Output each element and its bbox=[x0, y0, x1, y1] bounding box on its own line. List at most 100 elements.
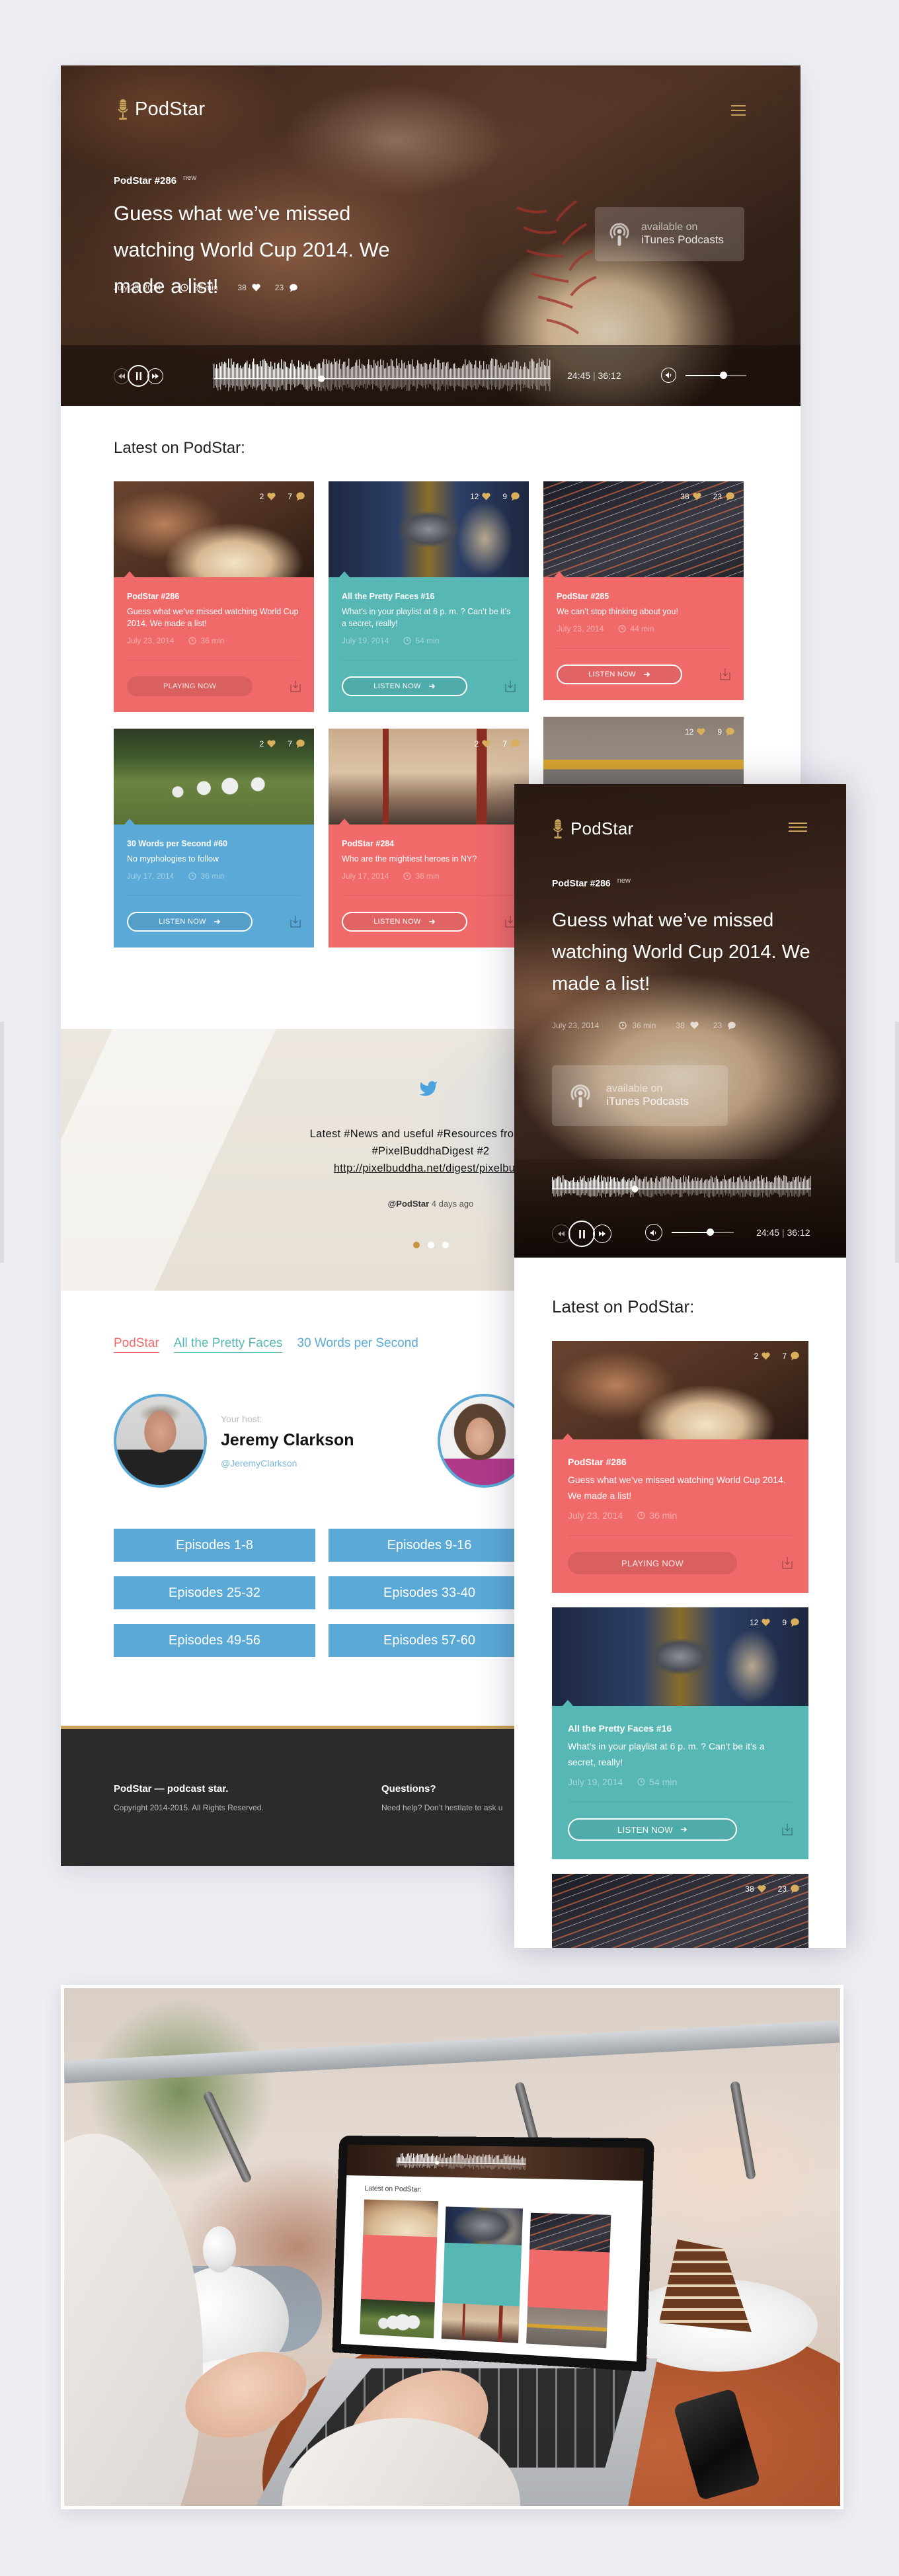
episodes-range-button[interactable]: Episodes 33-40 bbox=[329, 1576, 530, 1609]
episode-card[interactable]: 2 7 PodStar #286 Guess what we’ve missed… bbox=[114, 481, 314, 712]
waveform-seek-bar[interactable] bbox=[214, 356, 551, 395]
episode-thumbnail[interactable]: 12 9 bbox=[552, 1607, 808, 1706]
tab-show[interactable]: All the Pretty Faces bbox=[173, 1336, 283, 1353]
heart-icon[interactable] bbox=[762, 1619, 770, 1627]
pause-button[interactable] bbox=[568, 1221, 595, 1247]
download-icon[interactable] bbox=[290, 916, 301, 928]
waveform-seek-bar[interactable] bbox=[552, 1174, 811, 1200]
episode-card[interactable]: 2 7 30 Words per Second #60 No myphologi… bbox=[114, 729, 314, 947]
volume-knob[interactable] bbox=[720, 371, 728, 379]
mobile-logo[interactable]: PodStar bbox=[552, 819, 633, 839]
episode-card[interactable]: 12 9 All the Pretty Faces #16 What’s in … bbox=[552, 1607, 808, 1859]
forward-button[interactable] bbox=[147, 368, 163, 384]
divider bbox=[127, 895, 301, 896]
heart-icon[interactable] bbox=[482, 493, 490, 501]
tweet-handle[interactable]: @PodStar bbox=[388, 1199, 430, 1209]
episode-card[interactable]: 38 23 PodStar #285 We can’t stop thinkin… bbox=[552, 1874, 808, 1948]
episodes-range-button[interactable]: Episodes 1-8 bbox=[114, 1529, 315, 1562]
comment-icon[interactable] bbox=[727, 1022, 736, 1030]
listen-now-button[interactable]: LISTEN NOW bbox=[342, 912, 467, 932]
rewind-button[interactable] bbox=[552, 1225, 570, 1243]
forward-button[interactable] bbox=[593, 1225, 611, 1243]
heart-icon[interactable] bbox=[762, 1352, 770, 1360]
host-handle[interactable]: @JeremyClarkson bbox=[221, 1458, 297, 1469]
heart-icon[interactable] bbox=[697, 728, 705, 736]
speaker-icon bbox=[650, 1229, 656, 1236]
listen-now-button[interactable]: LISTEN NOW bbox=[342, 676, 467, 696]
tab-show[interactable]: PodStar bbox=[114, 1336, 159, 1353]
new-badge: new bbox=[183, 174, 197, 182]
listen-now-button[interactable]: LISTEN NOW bbox=[557, 664, 682, 684]
comment-icon[interactable] bbox=[295, 492, 305, 501]
itunes-podcasts-button[interactable]: available on iTunes Podcasts bbox=[595, 207, 744, 261]
volume-button[interactable] bbox=[661, 368, 676, 383]
divider bbox=[342, 895, 516, 896]
download-icon[interactable] bbox=[782, 1557, 793, 1569]
listen-now-button[interactable]: LISTEN NOW bbox=[568, 1818, 737, 1841]
menu-button[interactable] bbox=[731, 105, 746, 116]
comment-icon[interactable] bbox=[510, 739, 520, 748]
episode-thumbnail[interactable]: 2 7 bbox=[552, 1341, 808, 1439]
episodes-range-button[interactable]: Episodes 25-32 bbox=[114, 1576, 315, 1609]
episode-thumbnail[interactable]: 2 7 bbox=[329, 729, 529, 825]
volume-slider[interactable] bbox=[672, 1228, 734, 1236]
download-icon[interactable] bbox=[782, 1824, 793, 1835]
tab-show[interactable]: 30 Words per Second bbox=[297, 1336, 418, 1353]
seek-knob bbox=[631, 1186, 639, 1193]
episodes-range-button[interactable]: Episodes 9-16 bbox=[329, 1529, 530, 1562]
mobile-menu-button[interactable] bbox=[789, 823, 807, 832]
download-icon[interactable] bbox=[290, 680, 301, 692]
download-icon[interactable] bbox=[720, 668, 730, 680]
heart-icon[interactable] bbox=[757, 1885, 766, 1893]
playing-now-button[interactable]: PLAYING NOW bbox=[568, 1552, 737, 1574]
comment-icon[interactable] bbox=[510, 492, 520, 501]
episode-stats: 12 9 bbox=[685, 727, 734, 737]
comment-icon[interactable] bbox=[790, 1884, 799, 1894]
itunes-podcasts-button[interactable]: available on iTunes Podcasts bbox=[552, 1065, 728, 1126]
episode-thumbnail[interactable]: 12 9 bbox=[329, 481, 529, 577]
episodes-range-button[interactable]: Episodes 49-56 bbox=[114, 1624, 315, 1657]
heart-icon[interactable] bbox=[690, 1022, 699, 1029]
episode-thumbnail[interactable]: 2 7 bbox=[114, 481, 314, 577]
episode-date: July 23, 2014 bbox=[557, 624, 604, 633]
episode-thumbnail[interactable]: 38 23 bbox=[552, 1874, 808, 1948]
episode-title: All the Pretty Faces #16 bbox=[342, 592, 435, 601]
twitter-bird-icon[interactable] bbox=[418, 1080, 438, 1098]
tweet-link[interactable]: http://pixelbuddha.net/digest/pixelbudd bbox=[334, 1162, 528, 1174]
listen-now-button[interactable]: LISTEN NOW bbox=[127, 912, 253, 932]
episode-date: July 23, 2014 bbox=[568, 1510, 623, 1521]
comment-icon[interactable] bbox=[725, 492, 734, 501]
playing-now-button[interactable]: PLAYING NOW bbox=[127, 676, 253, 696]
pause-button[interactable] bbox=[128, 365, 149, 387]
episode-card[interactable]: 12 9 All the Pretty Faces #16 What’s in … bbox=[329, 481, 529, 712]
volume-button[interactable] bbox=[645, 1224, 662, 1241]
carousel-dot[interactable] bbox=[442, 1242, 449, 1248]
comment-icon[interactable] bbox=[790, 1351, 799, 1361]
logo[interactable]: PodStar bbox=[118, 99, 205, 120]
heart-icon[interactable] bbox=[267, 493, 276, 501]
episode-card[interactable]: 2 7 PodStar #286 Guess what we’ve missed… bbox=[552, 1341, 808, 1593]
download-icon[interactable] bbox=[505, 680, 516, 692]
carousel-dot[interactable] bbox=[427, 1242, 434, 1248]
episode-card[interactable]: 2 7 PodStar #284 Who are the mightiest h… bbox=[329, 729, 529, 947]
episode-stats: 2 7 bbox=[475, 739, 520, 748]
comment-icon[interactable] bbox=[295, 739, 305, 748]
comment-icon[interactable] bbox=[725, 727, 734, 737]
episode-thumbnail[interactable]: 38 23 bbox=[543, 481, 744, 577]
time-readout: 24:45 | 36:12 bbox=[567, 370, 621, 381]
heart-icon[interactable] bbox=[252, 284, 260, 292]
latest-heading: Latest on PodStar: bbox=[114, 439, 245, 457]
comment-icon[interactable] bbox=[289, 284, 297, 292]
episodes-range-button[interactable]: Episodes 57-60 bbox=[329, 1624, 530, 1657]
carousel-dot[interactable] bbox=[412, 1242, 420, 1248]
heart-icon[interactable] bbox=[267, 740, 276, 748]
episode-card[interactable]: 38 23 PodStar #285 We can’t stop thinkin… bbox=[543, 481, 744, 700]
volume-slider[interactable] bbox=[685, 371, 746, 379]
episode-thumbnail[interactable]: 2 7 bbox=[114, 729, 314, 825]
heart-icon[interactable] bbox=[692, 493, 701, 501]
heart-icon[interactable] bbox=[482, 740, 490, 748]
comment-icon[interactable] bbox=[790, 1618, 799, 1627]
host-avatar[interactable] bbox=[114, 1394, 207, 1488]
volume-knob[interactable] bbox=[707, 1228, 715, 1236]
rewind-button[interactable] bbox=[114, 368, 130, 384]
